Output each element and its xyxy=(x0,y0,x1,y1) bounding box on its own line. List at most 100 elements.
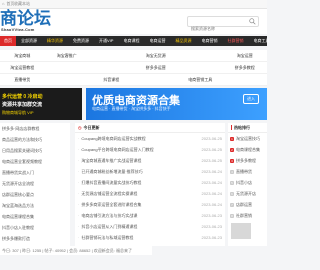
thread-row[interactable]: · 淘宝商城直通车推广实战运营课程 2023-06-25 xyxy=(75,155,225,166)
thread-date: 2023-06-25 xyxy=(201,147,222,152)
hot-thread-title[interactable]: 无货源开店 xyxy=(236,188,256,199)
hot-thread-item[interactable]: 3 拼多多教程 xyxy=(228,155,267,166)
search-icon[interactable] xyxy=(249,18,256,25)
category-link[interactable] xyxy=(178,50,223,61)
category-link[interactable]: 拼多多运营 xyxy=(134,62,179,73)
top-bar: ⌂ 首页 收藏本站 xyxy=(0,0,267,9)
today-updates-panel: ◷ 今日更新 · Coupang跨境电商网店运营实战教程 2023-06-25 · Co… xyxy=(75,123,225,246)
thread-row[interactable]: · 电商店铺引流方法与技巧实战课 2023-06-23 xyxy=(75,210,225,221)
top-home-link[interactable]: ⌂ 首页 xyxy=(2,0,14,8)
list-item[interactable]: 店群运营核心要点 xyxy=(0,189,70,200)
thread-row[interactable]: · 无货源店铺运营全流程实操课程 2023-06-24 xyxy=(75,188,225,199)
thread-title[interactable]: 社群营销玩法与私域运营教程 xyxy=(81,232,199,243)
nav-item-vip[interactable]: 开通VIP xyxy=(94,36,118,46)
home-icon: ⌂ xyxy=(2,1,5,6)
nav-item-premium[interactable]: 精品资源 xyxy=(170,36,196,46)
hot-thread-title[interactable]: 淘宝运营技巧 xyxy=(236,133,260,144)
hot-thread-item[interactable]: 7 店群运营 xyxy=(228,199,267,210)
favorite-link[interactable]: 收藏本站 xyxy=(14,0,30,8)
hot-thread-item[interactable]: 4 直播带货 xyxy=(228,166,267,177)
rank-badge: 8 xyxy=(230,213,234,218)
bullet-icon: · xyxy=(78,169,80,174)
thread-row[interactable]: · 打爆抖音直播间流量实战技巧教程 2023-06-24 xyxy=(75,177,225,188)
nav-item-courses[interactable]: 电商课程 xyxy=(118,36,144,46)
thread-title[interactable]: 拼多多商家运营全套进阶课程合集 xyxy=(81,199,199,210)
category-link[interactable] xyxy=(178,62,223,73)
nav-item-all[interactable]: 全部资源 xyxy=(16,36,42,46)
thread-row[interactable]: · Coupang跨境电商网店运营实战教程 2023-06-25 xyxy=(75,133,225,144)
list-item[interactable]: 商品运营的方法和技巧 xyxy=(0,134,70,145)
category-link[interactable]: 拼多多教程 xyxy=(223,62,268,73)
thread-title[interactable]: 抖音小店运营从入门到精通课程 xyxy=(81,221,199,232)
thread-title[interactable]: Coupang跨境电商网店运营实战教程 xyxy=(81,133,199,144)
list-item[interactable]: 直播带货实战入门 xyxy=(0,167,70,178)
category-link[interactable] xyxy=(134,74,179,85)
thread-title[interactable]: 打爆抖音直播间流量实战技巧教程 xyxy=(81,177,199,188)
site-logo[interactable]: 商论坛 ShaoVVtea.Com xyxy=(0,10,62,32)
list-item[interactable]: 电商运营课程合集 xyxy=(0,211,70,222)
list-item[interactable]: 拼多多·网店店群教程 xyxy=(0,123,70,134)
list-item[interactable]: 电商运营全套视频教程 xyxy=(0,156,70,167)
thread-date: 2023-06-23 xyxy=(201,213,222,218)
category-link[interactable] xyxy=(89,50,134,61)
hot-thread-title[interactable]: 抖音小店 xyxy=(236,177,252,188)
thread-date: 2023-06-23 xyxy=(201,235,222,240)
thread-title[interactable]: 淘宝商城直通车推广实战运营课程 xyxy=(81,155,199,166)
rank-badge: 1 xyxy=(230,136,234,141)
category-link[interactable]: 抖音课程 xyxy=(89,74,134,85)
hot-thread-title[interactable]: 直播带货 xyxy=(236,166,252,177)
category-link[interactable]: 淘宝无货源 xyxy=(134,50,179,61)
list-item[interactable]: 拼多多爆款打造 xyxy=(0,233,70,244)
hot-thread-title[interactable]: 拼多多教程 xyxy=(236,155,256,166)
thread-row[interactable]: · 社群营销玩法与私域运营教程 2023-06-23 xyxy=(75,232,225,243)
nav-item-operations[interactable]: 电商运营 xyxy=(144,36,170,46)
thread-row[interactable]: · 拼多多商家运营全套进阶课程合集 2023-06-24 xyxy=(75,199,225,210)
hot-thread-item[interactable]: 8 社群营销 xyxy=(228,210,267,221)
list-item[interactable]: 日用品搜索关键词技巧 xyxy=(0,145,70,156)
promo-banner-right[interactable]: 优质电商资源合集 电商运营 · 直播带货 · 淘宝拼多多 · 抖音快手 进入 xyxy=(86,88,267,120)
category-link[interactable]: 淘宝运营 xyxy=(223,50,268,61)
rank-badge: 3 xyxy=(230,158,234,163)
category-link[interactable] xyxy=(45,74,90,85)
promo-banner-left[interactable]: 多代运营 0 冷启动 资源共享加群交流 购物商城导航 VIP xyxy=(0,88,82,120)
category-link[interactable] xyxy=(45,62,90,73)
thread-row[interactable]: · Coupang平台跨境电商网店运营入门教程 2023-06-25 xyxy=(75,144,225,155)
hot-thread-title[interactable]: 社群营销 xyxy=(236,210,252,221)
hot-thread-title[interactable]: 电商课程合集 xyxy=(236,144,260,155)
category-link[interactable]: 淘宝客推广 xyxy=(45,50,90,61)
category-link[interactable] xyxy=(89,62,134,73)
nav-item-home[interactable]: 首页 xyxy=(0,36,16,46)
nav-item-community[interactable]: 社群营销 xyxy=(222,36,248,46)
hot-thread-item[interactable]: 2 电商课程合集 xyxy=(228,144,267,155)
hot-thread-item[interactable]: 1 淘宝运营技巧 xyxy=(228,133,267,144)
promo-left-line2: 资源共享加群交流 xyxy=(2,102,43,108)
bullet-icon: · xyxy=(78,180,80,185)
category-link[interactable]: 直播带货 xyxy=(0,74,45,85)
promo-left-line3: 购物商城导航 VIP xyxy=(2,110,34,115)
hot-thread-item[interactable]: 5 抖音小店 xyxy=(228,177,267,188)
today-updates-header: ◷ 今日更新 xyxy=(75,123,225,133)
category-link[interactable] xyxy=(223,74,268,85)
hot-thread-title[interactable]: 店群运营 xyxy=(236,199,252,210)
thread-title[interactable]: 已开通商城粉丝新增流量·推荐技巧 xyxy=(81,166,199,177)
thread-row[interactable]: · 已开通商城粉丝新增流量·推荐技巧 2023-06-24 xyxy=(75,166,225,177)
nav-item-tools[interactable]: 电商工具 xyxy=(248,36,274,46)
thread-title[interactable]: 电商店铺引流方法与技巧实战课 xyxy=(81,210,199,221)
nav-item-free[interactable]: 免费资源 xyxy=(68,36,94,46)
nav-item-marketing[interactable]: 电商营销 xyxy=(196,36,222,46)
thread-row[interactable]: · 抖音小店运营从入门到精通课程 2023-06-23 xyxy=(75,221,225,232)
promo-enter-button[interactable]: 进入 xyxy=(243,94,259,104)
thread-title[interactable]: Coupang平台跨境电商网店运营入门教程 xyxy=(81,144,199,155)
list-item[interactable]: 无货源开店全流程 xyxy=(0,178,70,189)
list-item[interactable]: 抖音小店入驻教程 xyxy=(0,222,70,233)
category-link[interactable]: 电商营销工具 xyxy=(178,74,223,85)
list-item[interactable]: 淘宝蓝海选品方法 xyxy=(0,200,70,211)
category-link[interactable]: 淘宝商城 xyxy=(0,50,45,61)
thread-title[interactable]: 无货源店铺运营全流程实操课程 xyxy=(81,188,199,199)
search-input[interactable] xyxy=(188,24,250,33)
nav-item-featured[interactable]: 精华资源 xyxy=(42,36,68,46)
category-link[interactable]: 淘宝运营教程 xyxy=(0,62,45,73)
thumbnail-image[interactable] xyxy=(231,223,251,239)
bullet-icon: · xyxy=(78,136,80,141)
hot-thread-item[interactable]: 6 无货源开店 xyxy=(228,188,267,199)
